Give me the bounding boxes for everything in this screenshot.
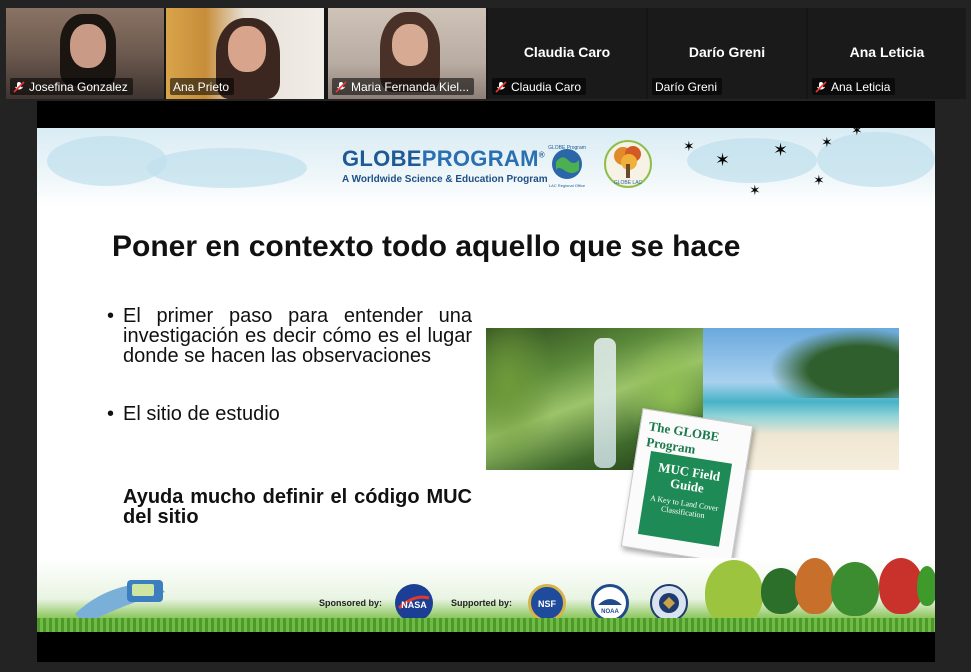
mic-muted-icon (495, 80, 507, 93)
participant-label: Claudia Caro (492, 78, 587, 95)
sponsored-by-label: Sponsored by: (319, 598, 383, 608)
logo-subtitle: A Worldwide Science & Education Program (342, 174, 548, 185)
grass-decoration (37, 618, 935, 632)
mosquito-icon: ✶ (813, 172, 825, 188)
logo-title: GLOBEPROGRAM® (342, 146, 545, 171)
mosquito-icon: ✶ (749, 182, 761, 198)
participant-label: Ana Prieto (170, 78, 235, 95)
svg-text:LAC Regional Office: LAC Regional Office (549, 183, 586, 188)
participant-name: Claudia Caro (511, 79, 582, 94)
cloud-decoration (47, 136, 167, 186)
palm-trees-shape (769, 328, 899, 398)
mosquito-icon: ✶ (773, 140, 789, 160)
svg-text:GLOBE Program: GLOBE Program (548, 145, 586, 151)
slide-footer: Sponsored by: NASA Supported by: NSF NOA… (37, 558, 935, 632)
nsf-logo: NSF (528, 584, 566, 622)
participant-label: Darío Greni (652, 78, 723, 95)
participant-tile-ana-prieto[interactable]: Ana Prieto (166, 8, 324, 99)
mic-muted-icon (13, 80, 25, 93)
mosquito-icon: ✶ (683, 138, 695, 154)
participant-video-face (70, 24, 106, 68)
mic-muted-icon (335, 80, 347, 93)
mic-muted-icon (815, 80, 827, 93)
participant-display-name: Claudia Caro (523, 44, 611, 60)
participant-name: Ana Leticia (831, 79, 891, 94)
cloud-decoration (687, 138, 817, 183)
participant-tile-claudia[interactable]: Claudia Caro Claudia Caro (488, 8, 646, 99)
participant-tile-dario[interactable]: Darío Greni Darío Greni (648, 8, 806, 99)
presentation-slide: GLOBEPROGRAM® A Worldwide Science & Educ… (37, 128, 935, 632)
participant-name: Darío Greni (655, 79, 718, 94)
guide-cover-box: MUC Field Guide A Key to Land Cover Clas… (637, 450, 733, 547)
bold-note: Ayuda mucho definir el código MUC del si… (123, 486, 472, 528)
cloud-decoration (817, 132, 935, 187)
tree-illustration (795, 558, 835, 614)
participant-name: Maria Fernanda Kiel... (351, 79, 470, 94)
nasa-logo: NASA (395, 584, 433, 622)
participant-name: Josefina Gonzalez (29, 79, 128, 94)
participant-label: Josefina Gonzalez (10, 78, 133, 95)
foliage-shape (486, 328, 556, 470)
globe-lac-tree-logo: GLOBE LAC (603, 138, 653, 190)
supported-by-label: Supported by: (451, 598, 512, 608)
globe-lac-badge: GLOBE Program LAC Regional Office (546, 142, 588, 190)
slide-header: GLOBEPROGRAM® A Worldwide Science & Educ… (37, 128, 935, 206)
participant-display-name: Darío Greni (688, 44, 766, 60)
guide-title: MUC Field Guide (657, 459, 722, 496)
waterfall-shape (594, 338, 616, 468)
slide-title: Poner en contexto todo aquello que se ha… (112, 230, 741, 263)
participant-tile-ana-leticia[interactable]: Ana Leticia Ana Leticia (808, 8, 966, 99)
svg-text:NSF: NSF (538, 599, 557, 609)
participant-video-face (228, 26, 266, 72)
muc-field-guide-image: The GLOBE Program MUC Field Guide A Key … (620, 408, 754, 564)
mosquito-icon: ✶ (821, 134, 833, 150)
globe-program-logo: GLOBEPROGRAM® A Worldwide Science & Educ… (342, 146, 548, 185)
mosquito-icon: ✶ (851, 128, 863, 138)
participant-label: Maria Fernanda Kiel... (332, 78, 475, 95)
participant-tile-josefina[interactable]: Josefina Gonzalez (6, 8, 164, 99)
participant-label: Ana Leticia (812, 78, 896, 95)
bullet-item: El primer paso para entender una investi… (107, 306, 472, 366)
us-state-department-seal (650, 584, 688, 622)
willow-tree-illustration (705, 560, 763, 626)
svg-text:NASA: NASA (401, 600, 427, 610)
svg-text:NOAA: NOAA (601, 609, 619, 615)
participant-video-face (392, 24, 428, 66)
participant-display-name: Ana Leticia (849, 44, 925, 60)
noaa-logo: NOAA (591, 584, 629, 622)
bullet-list: El primer paso para entender una investi… (107, 306, 472, 424)
svg-text:GLOBE LAC: GLOBE LAC (614, 180, 643, 186)
tree-illustration (831, 562, 879, 616)
participant-strip: Josefina Gonzalez Ana Prieto Maria Ferna… (6, 8, 966, 99)
cloud-decoration (147, 148, 307, 188)
participant-tile-maria-fernanda[interactable]: Maria Fernanda Kiel... (328, 8, 486, 99)
participant-name: Ana Prieto (173, 79, 230, 94)
mosquito-icon: ✶ (715, 150, 731, 170)
bullet-item: El sitio de estudio (107, 404, 472, 424)
tree-illustration (917, 566, 935, 606)
